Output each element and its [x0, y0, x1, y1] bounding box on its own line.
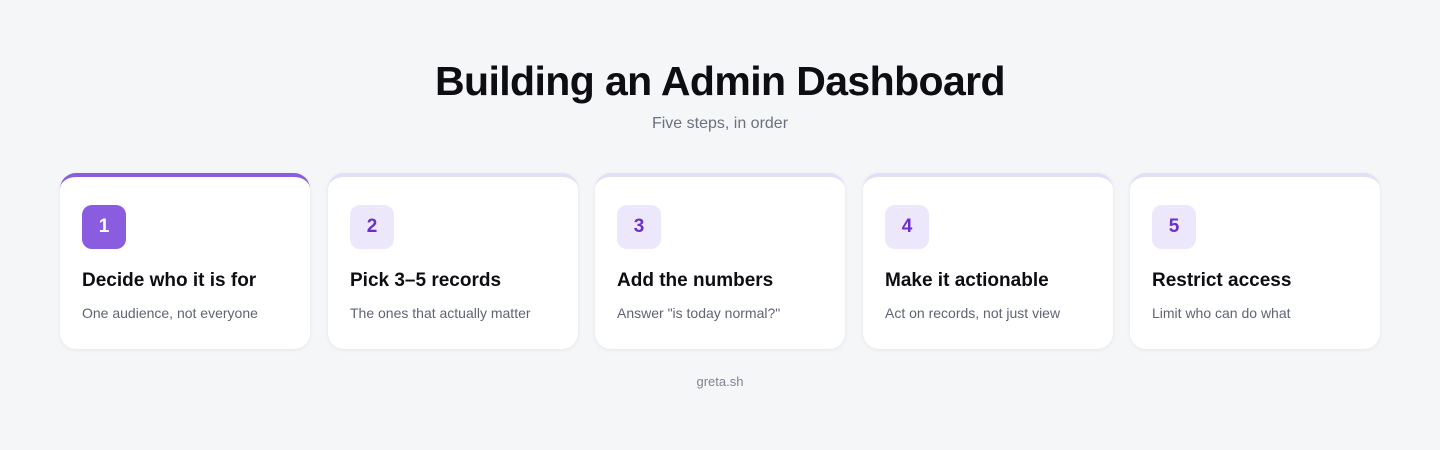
page-subtitle: Five steps, in order — [651, 115, 789, 132]
step-card-1: 1 Decide who it is for One audience, not… — [60, 173, 310, 349]
step-title: Decide who it is for — [82, 270, 257, 291]
step-number-badge: 4 — [885, 205, 929, 249]
step-description: The ones that actually matter — [350, 305, 531, 321]
steps-row: 1 Decide who it is for One audience, not… — [60, 173, 1380, 349]
step-description: Answer "is today normal?" — [617, 305, 781, 321]
step-title: Make it actionable — [885, 270, 1049, 291]
step-number-badge: 1 — [82, 205, 126, 249]
step-card-4: 4 Make it actionable Act on records, not… — [863, 173, 1113, 349]
step-description: Act on records, not just view — [885, 305, 1061, 321]
step-description: Limit who can do what — [1152, 305, 1291, 321]
step-number-badge: 3 — [617, 205, 661, 249]
step-title: Pick 3–5 records — [350, 270, 502, 291]
step-title: Add the numbers — [617, 270, 774, 291]
step-number-badge: 5 — [1152, 205, 1196, 249]
step-number-badge: 2 — [350, 205, 394, 249]
step-card-3: 3 Add the numbers Answer "is today norma… — [595, 173, 845, 349]
footer-brand: greta.sh — [696, 374, 744, 389]
step-card-2: 2 Pick 3–5 records The ones that actuall… — [328, 173, 578, 349]
step-card-5: 5 Restrict access Limit who can do what — [1130, 173, 1380, 349]
step-title: Restrict access — [1152, 270, 1292, 291]
step-description: One audience, not everyone — [82, 305, 258, 321]
page: Building an Admin Dashboard Five steps, … — [0, 0, 1440, 450]
page-title: Building an Admin Dashboard — [435, 58, 1006, 104]
